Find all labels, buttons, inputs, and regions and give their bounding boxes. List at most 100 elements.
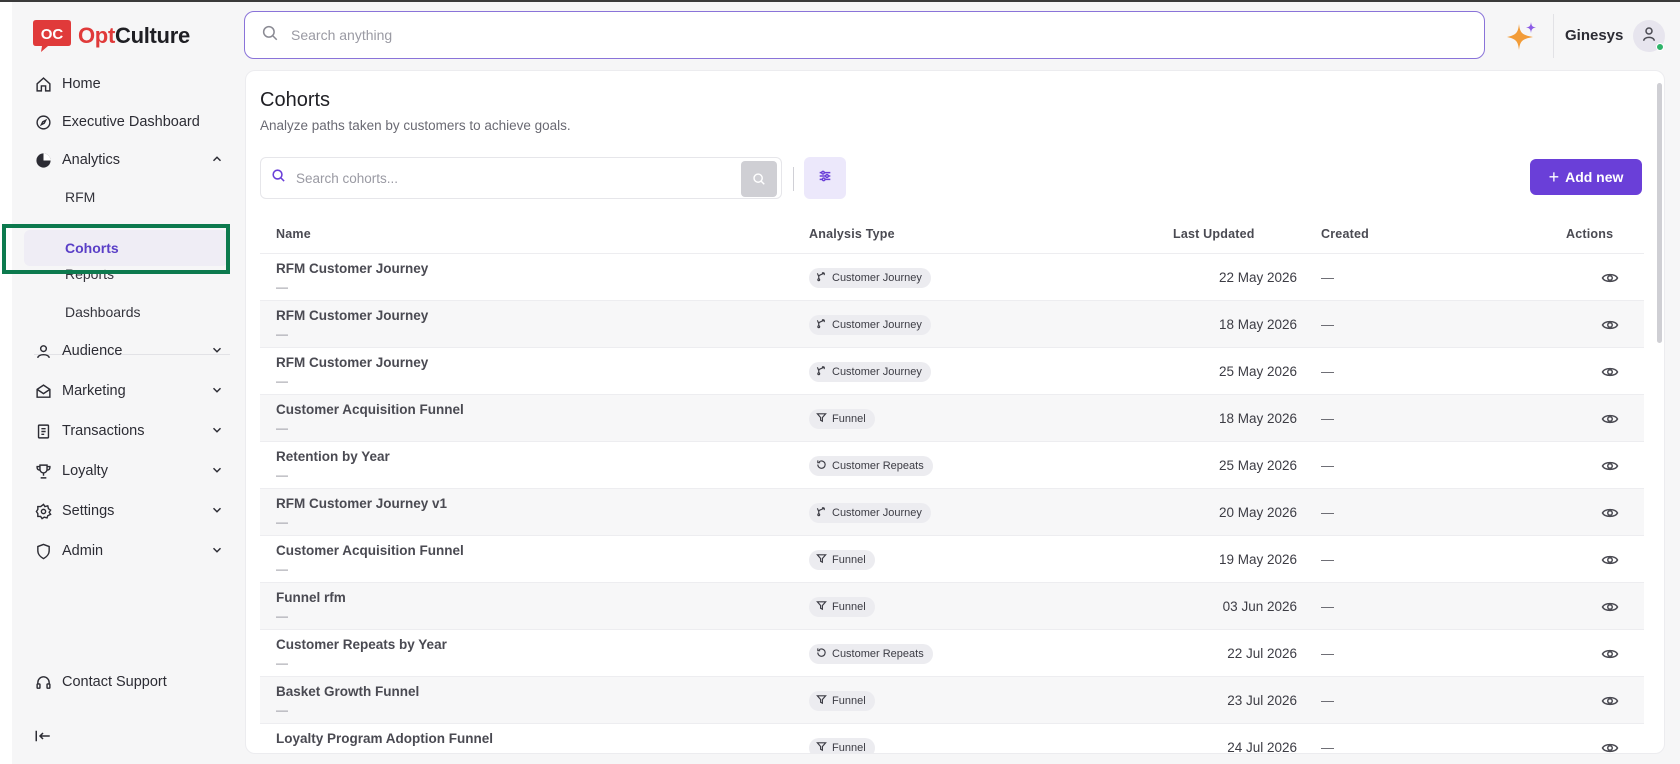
- sidebar-item-marketing[interactable]: Marketing: [34, 379, 230, 403]
- table-row[interactable]: Customer Acquisition Funnel — Funnel 18 May…: [260, 394, 1644, 441]
- org-name[interactable]: Ginesys: [1565, 27, 1623, 44]
- analysis-type-badge: Funnel: [809, 691, 875, 711]
- online-status-dot: [1656, 43, 1664, 51]
- shield-icon: [34, 542, 52, 560]
- view-eye-icon[interactable]: [1601, 739, 1619, 753]
- global-search[interactable]: [244, 11, 1485, 59]
- cohort-name[interactable]: Funnel rfm: [276, 590, 346, 605]
- sidebar-subitem-dashboards[interactable]: Dashboards: [65, 304, 141, 320]
- sidebar-item-audience[interactable]: Audience: [34, 339, 230, 363]
- chevron-down-icon: [210, 463, 226, 479]
- analysis-type-badge: Customer Journey: [809, 268, 931, 288]
- ai-sparkle-icon[interactable]: [1505, 20, 1539, 54]
- cohort-name[interactable]: Customer Acquisition Funnel: [276, 543, 464, 558]
- cohort-name[interactable]: Basket Growth Funnel: [276, 684, 419, 699]
- created-value: —: [1321, 317, 1334, 332]
- cohort-name[interactable]: Retention by Year: [276, 449, 390, 464]
- cohort-name[interactable]: RFM Customer Journey: [276, 355, 428, 370]
- collapse-sidebar-icon[interactable]: [34, 728, 52, 749]
- vertical-scrollbar[interactable]: [1657, 83, 1662, 343]
- analysis-type-badge: Funnel: [809, 597, 875, 617]
- home-icon: [34, 75, 52, 93]
- table-row[interactable]: RFM Customer Journey — Customer Journey 22 …: [260, 253, 1644, 300]
- created-value: —: [1321, 599, 1334, 614]
- search-icon: [261, 24, 279, 47]
- view-eye-icon[interactable]: [1601, 645, 1619, 663]
- view-eye-icon[interactable]: [1601, 269, 1619, 287]
- cohort-search-input[interactable]: [296, 170, 736, 186]
- sidebar-item-label: Loyalty: [62, 463, 108, 479]
- cohort-search-button[interactable]: [741, 161, 777, 197]
- analysis-type-badge: Customer Repeats: [809, 456, 933, 476]
- brand-logo[interactable]: OC OptCulture: [32, 18, 190, 54]
- table-row[interactable]: Retention by Year — Customer Repeats 25 May…: [260, 441, 1644, 488]
- search-icon: [271, 168, 286, 188]
- filter-button[interactable]: [804, 157, 846, 199]
- chevron-down-icon: [210, 543, 226, 559]
- sidebar-item-loyalty[interactable]: Loyalty: [34, 459, 230, 483]
- created-value: —: [1321, 270, 1334, 285]
- pie-chart-icon: [34, 151, 52, 169]
- sidebar-item-admin[interactable]: Admin: [34, 539, 230, 563]
- sidebar-item-home[interactable]: Home: [34, 72, 101, 96]
- view-eye-icon[interactable]: [1601, 363, 1619, 381]
- table-row[interactable]: RFM Customer Journey — Customer Journey 18 …: [260, 300, 1644, 347]
- sidebar-item-label: Marketing: [62, 383, 126, 399]
- cohort-name[interactable]: RFM Customer Journey: [276, 261, 428, 276]
- analysis-type-label: Customer Journey: [832, 507, 922, 519]
- cohort-description: —: [276, 609, 288, 623]
- cohort-name[interactable]: Customer Repeats by Year: [276, 637, 447, 652]
- sidebar-item-transactions[interactable]: Transactions: [34, 419, 230, 443]
- table-row[interactable]: Basket Growth Funnel — Funnel 23 Jul 2026 —: [260, 676, 1644, 723]
- view-eye-icon[interactable]: [1601, 692, 1619, 710]
- last-updated-date: 22 Jul 2026: [1227, 646, 1297, 661]
- cohort-name[interactable]: RFM Customer Journey v1: [276, 496, 447, 511]
- view-eye-icon[interactable]: [1601, 316, 1619, 334]
- view-eye-icon[interactable]: [1601, 551, 1619, 569]
- col-name[interactable]: Name: [276, 227, 311, 241]
- sidebar-item-label: Analytics: [62, 152, 121, 168]
- compass-icon: [34, 113, 52, 131]
- view-eye-icon[interactable]: [1601, 457, 1619, 475]
- table-row[interactable]: Funnel rfm — Funnel 03 Jun 2026 —: [260, 582, 1644, 629]
- cohort-name[interactable]: Customer Acquisition Funnel: [276, 402, 464, 417]
- last-updated-date: 03 Jun 2026: [1222, 599, 1297, 614]
- sidebar-subitem-rfm[interactable]: RFM: [65, 189, 95, 205]
- chevron-down-icon: [210, 343, 226, 359]
- cohort-search[interactable]: [260, 157, 782, 199]
- toolbar-divider: [793, 167, 794, 191]
- view-eye-icon[interactable]: [1601, 504, 1619, 522]
- sidebar-item-executive-dashboard[interactable]: Executive Dashboard: [34, 110, 200, 134]
- analysis-type-label: Customer Journey: [832, 366, 922, 378]
- view-eye-icon[interactable]: [1601, 598, 1619, 616]
- table-row[interactable]: Customer Acquisition Funnel — Funnel 19 May…: [260, 535, 1644, 582]
- table-row[interactable]: Loyalty Program Adoption Funnel Funnel 24 …: [260, 723, 1644, 753]
- view-eye-icon[interactable]: [1601, 410, 1619, 428]
- last-updated-date: 20 May 2026: [1218, 505, 1297, 520]
- cohort-name[interactable]: RFM Customer Journey: [276, 308, 428, 323]
- table-row[interactable]: RFM Customer Journey v1 — Customer Journey…: [260, 488, 1644, 535]
- add-new-button[interactable]: + Add new: [1530, 159, 1642, 195]
- user-avatar-icon: [1640, 25, 1658, 48]
- col-analysis-type[interactable]: Analysis Type: [809, 227, 895, 241]
- cohort-description: —: [276, 327, 288, 341]
- analysis-type-label: Funnel: [832, 695, 866, 707]
- col-last-updated[interactable]: Last Updated: [1173, 227, 1255, 241]
- table-row[interactable]: RFM Customer Journey — Customer Journey 25 …: [260, 347, 1644, 394]
- sidebar-item-analytics[interactable]: Analytics: [34, 148, 230, 172]
- funnel-icon: [816, 694, 827, 708]
- analysis-type-badge: Funnel: [809, 550, 875, 570]
- gear-icon: [34, 502, 52, 520]
- table-row[interactable]: Customer Repeats by Year — Customer Repeat…: [260, 629, 1644, 676]
- cohort-description: —: [276, 515, 288, 529]
- sidebar-item-label: Admin: [62, 543, 104, 559]
- sidebar-item-settings[interactable]: Settings: [34, 499, 230, 523]
- avatar[interactable]: [1633, 20, 1665, 52]
- cohort-name[interactable]: Loyalty Program Adoption Funnel: [276, 731, 493, 746]
- col-created[interactable]: Created: [1321, 227, 1369, 241]
- contact-support-link[interactable]: Contact Support: [34, 670, 167, 694]
- global-search-input[interactable]: [291, 27, 1391, 43]
- repeat-icon: [816, 459, 827, 473]
- page-subtitle: Analyze paths taken by customers to achi…: [260, 118, 571, 133]
- funnel-icon: [816, 741, 827, 753]
